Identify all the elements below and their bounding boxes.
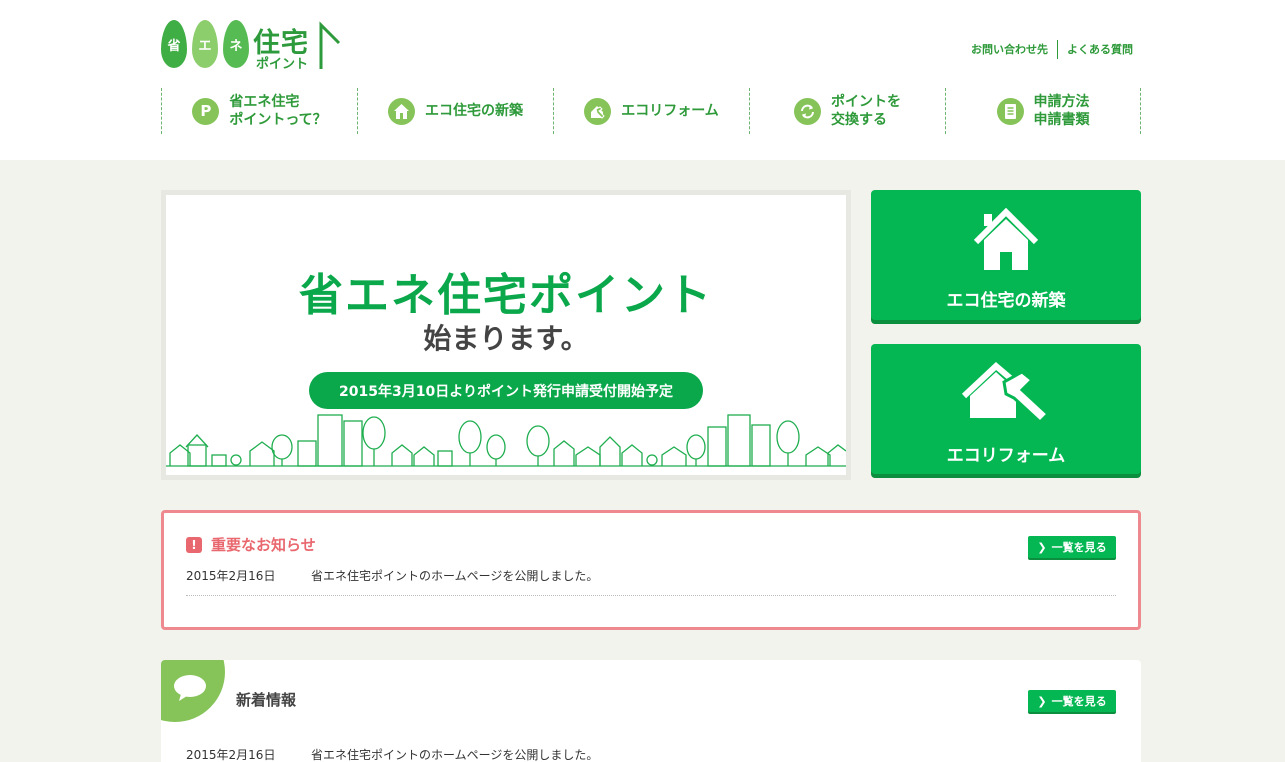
p-icon: P — [192, 97, 220, 125]
site-logo[interactable]: 省 エ ネ 住宅 ポイント — [161, 19, 351, 73]
logo-leaf-2: エ — [192, 20, 218, 68]
news-item[interactable]: 2015年2月16日 省エネ住宅ポイントのホームページを公開しました。 — [186, 746, 1119, 762]
notice-divider — [186, 595, 1116, 596]
nav-item-application[interactable]: 申請方法 申請書類 — [945, 88, 1141, 134]
nav-label: エコ住宅の新築 — [425, 103, 523, 119]
nav-label: ポイントを 交換する — [831, 94, 901, 128]
utility-nav: お問い合わせ先 よくある質問 — [962, 40, 1133, 59]
nav-label: 省エネ住宅 ポイントって？ — [229, 94, 327, 128]
faq-link[interactable]: よくある質問 — [1058, 40, 1133, 59]
notice-item[interactable]: 2015年2月16日 省エネ住宅ポイントのホームページを公開しました。 — [186, 567, 1116, 587]
chevron-right-icon: ❯ — [1037, 694, 1047, 708]
news-item-date: 2015年2月16日 — [186, 748, 276, 762]
news-item-text[interactable]: 省エネ住宅ポイントのホームページを公開しました。 — [311, 746, 598, 762]
main-nav: P 省エネ住宅 ポイントって？ エコ住宅の新築 エコリフォーム ポイントを 交換… — [161, 88, 1141, 134]
contact-link[interactable]: お問い合わせ先 — [962, 40, 1057, 59]
hero-inner: 省エネ住宅ポイント 始まります。 2015年3月10日よりポイント発行申請受付開… — [166, 195, 846, 475]
hero-subtitle: 始まります。 — [423, 322, 589, 355]
notice-item-date: 2015年2月16日 — [186, 569, 276, 583]
notice-item-text[interactable]: 省エネ住宅ポイントのホームページを公開しました。 — [311, 567, 598, 587]
hammer-house-icon — [961, 362, 1051, 425]
hero-title: 省エネ住宅ポイント — [299, 270, 713, 321]
nav-label: エコリフォーム — [621, 103, 719, 119]
reform-card-label: エコリフォーム — [946, 446, 1066, 466]
new-build-card[interactable]: エコ住宅の新築 — [871, 190, 1141, 320]
logo-sub-text: ポイント — [256, 57, 309, 72]
speech-bubble-icon — [174, 675, 206, 701]
logo-leaf-3: ネ — [223, 20, 249, 68]
notice-title: 重要なお知らせ — [211, 536, 316, 554]
hero-date-pill: 2015年3月10日よりポイント発行申請受付開始予定 — [309, 372, 703, 409]
notice-heading: ! 重要なお知らせ — [186, 534, 316, 555]
exchange-icon — [794, 97, 821, 125]
news-view-all-label: 一覧を見る — [1051, 695, 1107, 708]
house-icon — [388, 97, 415, 125]
news-view-all-button[interactable]: ❯ 一覧を見る — [1028, 690, 1116, 712]
news-panel: 新着情報 ❯ 一覧を見る 2015年2月16日 省エネ住宅ポイントのホームページ… — [161, 660, 1141, 762]
new-build-card-label: エコ住宅の新築 — [946, 291, 1066, 311]
document-icon — [996, 97, 1024, 125]
notice-view-all-label: 一覧を見る — [1051, 541, 1107, 554]
notice-view-all-button[interactable]: ❯ 一覧を見る — [1028, 536, 1116, 558]
hammer-icon — [584, 97, 612, 125]
nav-item-about-points[interactable]: P 省エネ住宅 ポイントって？ — [161, 88, 357, 134]
nav-item-exchange[interactable]: ポイントを 交換する — [749, 88, 945, 134]
town-skyline-illustration — [166, 414, 846, 467]
nav-item-reform[interactable]: エコリフォーム — [553, 88, 749, 134]
hero-banner[interactable]: 省エネ住宅ポイント 始まります。 2015年3月10日よりポイント発行申請受付開… — [161, 190, 851, 480]
house-icon — [973, 208, 1039, 270]
nav-item-new-build[interactable]: エコ住宅の新築 — [357, 88, 553, 134]
nav-label: 申請方法 申請書類 — [1033, 94, 1090, 128]
logo-leaf-1: 省 — [161, 20, 187, 68]
logo-arrow-icon — [319, 21, 341, 69]
news-title: 新着情報 — [236, 691, 297, 709]
alert-icon: ! — [186, 536, 202, 553]
site-header: 省 エ ネ 住宅 ポイント お問い合わせ先 よくある質問 P 省エネ住宅 ポイン… — [0, 0, 1285, 160]
important-notice-panel: ! 重要なお知らせ ❯ 一覧を見る 2015年2月16日 省エネ住宅ポイントのホ… — [161, 510, 1141, 630]
news-badge — [161, 660, 225, 722]
reform-card[interactable]: エコリフォーム — [871, 344, 1141, 474]
chevron-right-icon: ❯ — [1037, 540, 1047, 554]
